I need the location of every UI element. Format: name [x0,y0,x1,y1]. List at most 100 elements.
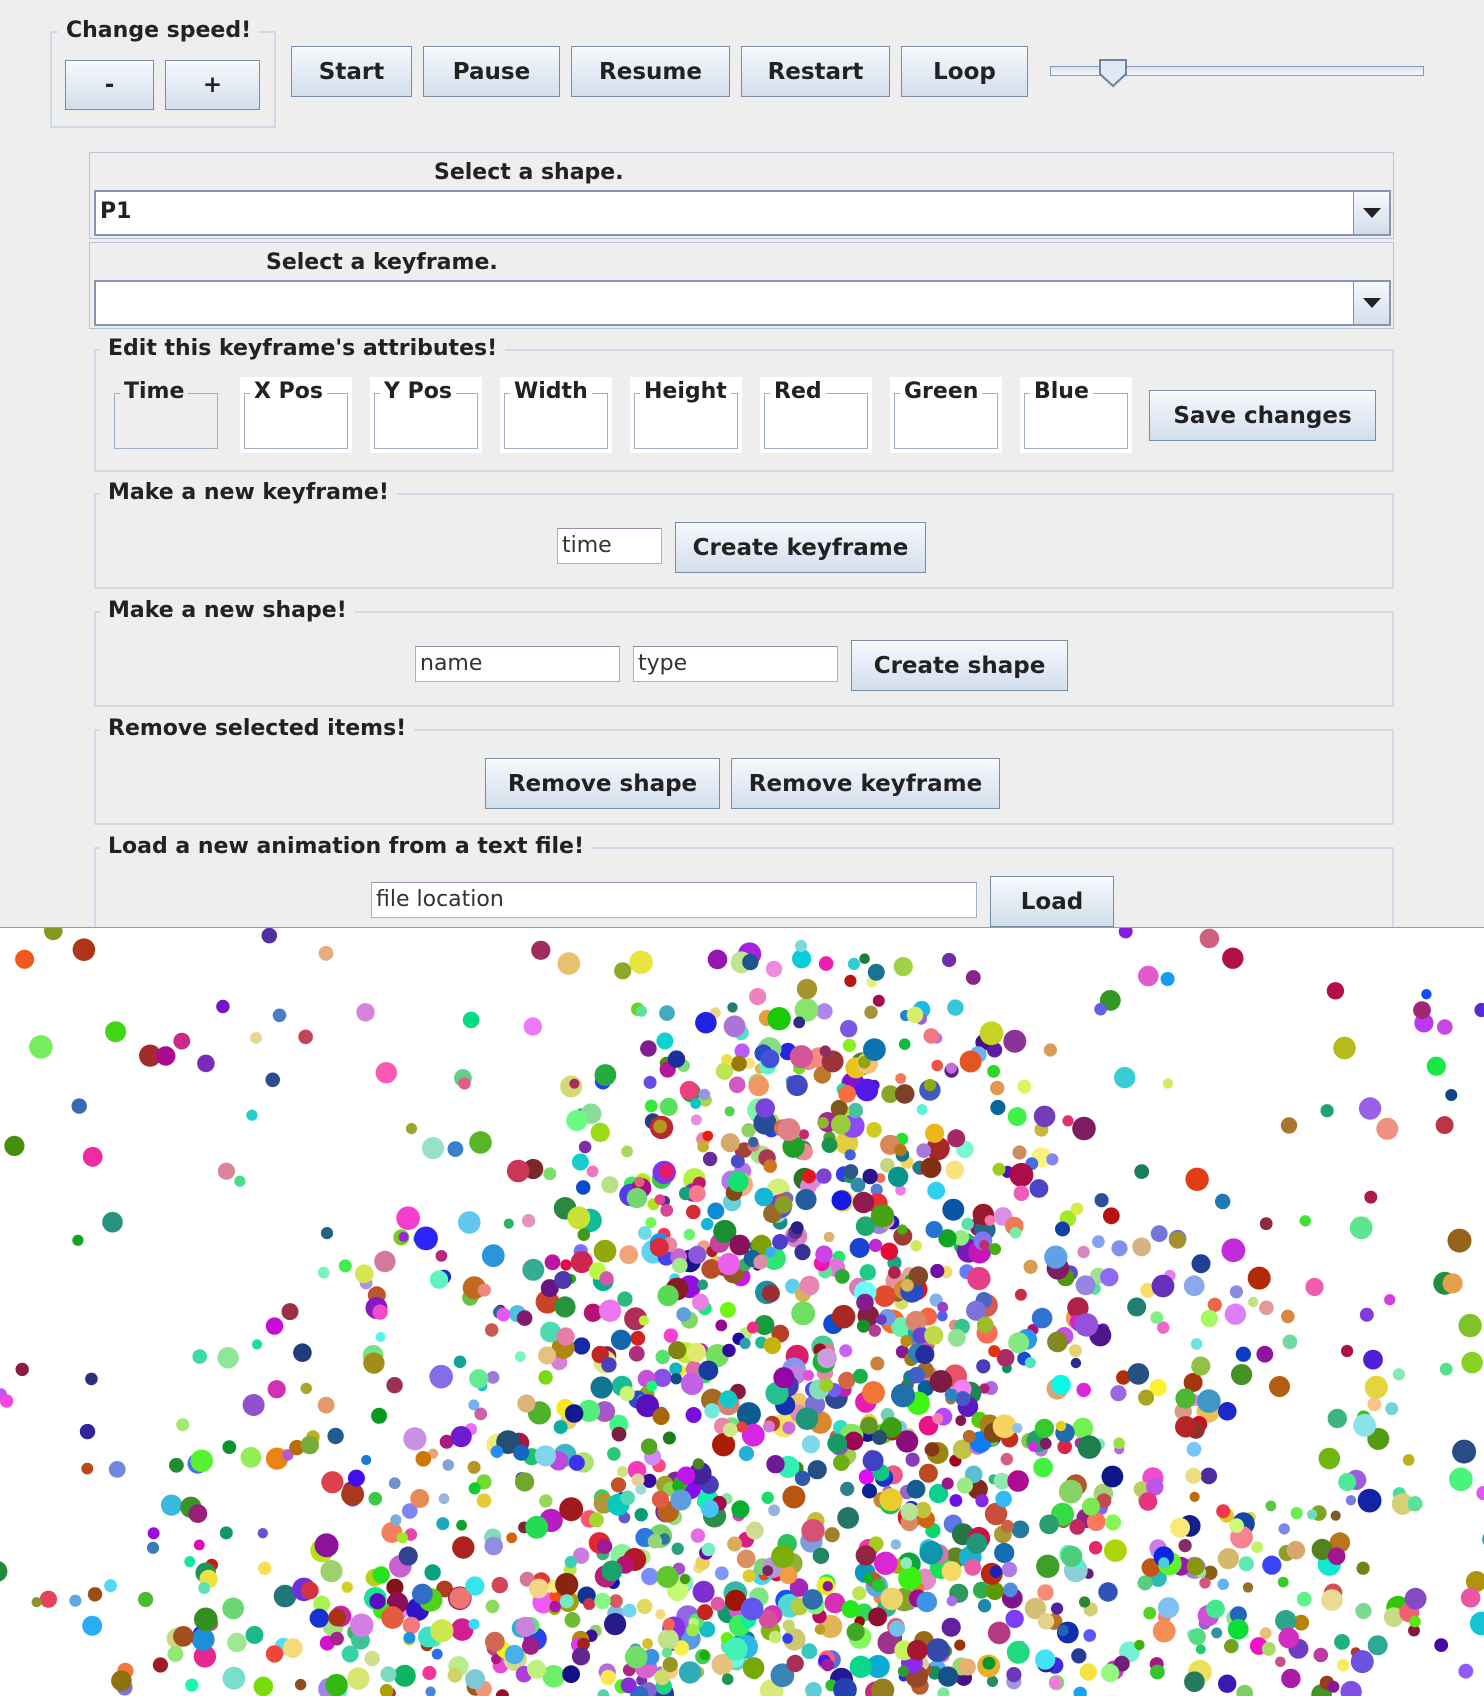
particle [1201,1310,1218,1327]
red-field[interactable]: Red [760,377,872,453]
start-button[interactable]: Start [291,46,412,97]
particle [474,1408,487,1421]
particle [1405,1588,1427,1610]
pause-button[interactable]: Pause [423,46,560,97]
particle [764,1337,781,1354]
remove-keyframe-button[interactable]: Remove keyframe [731,758,1000,809]
particle [1143,1607,1156,1620]
particle [1206,1600,1225,1619]
particle [748,1076,769,1097]
speed-decrease-button[interactable]: - [65,60,154,110]
particle [1151,1225,1168,1242]
particle [1260,1217,1273,1230]
particle [787,1655,804,1672]
particle [736,1422,747,1433]
shape-name-input[interactable]: name [415,646,620,682]
particle [525,1516,548,1539]
particle [860,1417,878,1435]
keyframe-time-input[interactable]: time [557,528,662,564]
loop-button[interactable]: Loop [901,46,1028,97]
particle [629,1346,645,1362]
particle [1236,1685,1253,1696]
keyframe-dropdown-arrow[interactable] [1353,282,1389,324]
particle [567,1206,590,1229]
particle [817,1117,829,1129]
particle [775,1196,793,1214]
particle [641,1438,657,1454]
particle [642,1638,653,1649]
particle [1269,1376,1290,1397]
blue-field[interactable]: Blue [1020,377,1132,453]
remove-shape-button[interactable]: Remove shape [485,758,720,809]
x-pos-field[interactable]: X Pos [240,377,352,453]
particle [783,1619,795,1631]
particle [557,1327,575,1345]
particle [1008,1332,1029,1353]
particle [658,1285,679,1306]
particle [1001,1453,1013,1465]
width-field[interactable]: Width [500,377,612,453]
create-shape-button[interactable]: Create shape [851,640,1068,691]
keyframe-select-dropdown[interactable] [94,280,1391,326]
particle [925,1442,939,1456]
particle [485,1323,498,1336]
create-keyframe-button[interactable]: Create keyframe [675,522,926,573]
particle [1051,1375,1071,1395]
particle [874,1285,896,1307]
particle [793,1017,805,1029]
green-field[interactable]: Green [890,377,1002,453]
particle [80,1424,95,1439]
particle [919,1464,938,1483]
particle [813,1548,829,1564]
particle [990,1100,1005,1115]
particle [947,1129,965,1147]
shape-dropdown-arrow[interactable] [1353,192,1389,234]
particle [711,1597,725,1611]
particle [898,1666,909,1677]
particle [860,1264,876,1280]
particle [925,1124,944,1143]
speed-increase-button[interactable]: + [165,60,260,110]
particle [1368,1635,1388,1655]
particle [692,1294,709,1311]
particle [720,1302,736,1318]
particle [906,1453,920,1467]
particle [350,1614,374,1638]
particle [185,1679,198,1692]
particle [755,1098,775,1118]
shape-type-input[interactable]: type [633,646,838,682]
particle [478,1283,491,1296]
particle [1385,1402,1398,1415]
restart-button[interactable]: Restart [741,46,890,97]
particle [995,1491,1012,1508]
particle [1197,1389,1221,1413]
particle [820,1045,831,1056]
save-changes-button[interactable]: Save changes [1149,390,1376,441]
particle [729,1235,750,1256]
particle [1409,1616,1421,1628]
shape-select-dropdown[interactable]: P1 [94,190,1391,236]
particle [1077,1246,1089,1258]
particle [907,1007,924,1024]
particle [723,1423,737,1437]
particle [1225,1304,1246,1325]
particle [109,1461,126,1478]
slider-thumb[interactable] [1098,58,1128,88]
particle [898,1566,922,1590]
file-location-input[interactable]: file location [371,882,977,918]
resume-button[interactable]: Resume [571,46,730,97]
particle [31,1597,41,1607]
load-button[interactable]: Load [990,876,1114,927]
y-pos-field[interactable]: Y Pos [370,377,482,453]
speed-slider[interactable] [1050,58,1424,88]
particle [376,1332,386,1342]
particle [1098,1582,1117,1601]
particle [559,1497,583,1521]
particle [1215,1194,1230,1209]
height-field[interactable]: Height [630,377,742,453]
particle [889,1620,905,1636]
particle [554,1420,568,1434]
particle [680,1081,699,1100]
particle [380,1666,396,1682]
particle [560,1594,574,1608]
